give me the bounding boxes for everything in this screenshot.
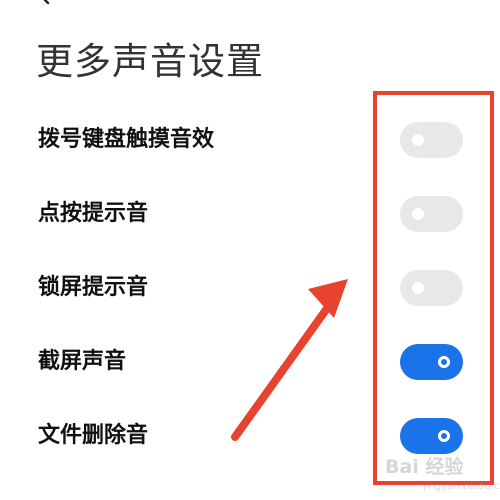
page-title: 更多声音设置 bbox=[36, 40, 264, 83]
back-icon[interactable] bbox=[36, 0, 54, 6]
watermark-url: jingyan.baidu.com bbox=[423, 481, 500, 492]
lock-screen-sound-label: 锁屏提示音 bbox=[38, 275, 149, 300]
dial-pad-touch-sound-toggle[interactable] bbox=[400, 122, 463, 158]
setting-row-lock-screen-sound[interactable]: 锁屏提示音 bbox=[0, 251, 500, 325]
watermark: Bai 经验 jingyan.baidu.com bbox=[385, 455, 500, 495]
setting-row-screenshot-sound[interactable]: 截屏声音 bbox=[0, 325, 500, 399]
watermark-brand: Bai 经验 bbox=[385, 456, 464, 478]
dial-pad-touch-sound-label: 拨号键盘触摸音效 bbox=[38, 127, 215, 152]
toggle-knob bbox=[412, 208, 424, 220]
screenshot-sound-toggle[interactable] bbox=[400, 344, 463, 380]
toggle-knob bbox=[412, 282, 424, 294]
toggle-knob bbox=[438, 356, 450, 368]
toggle-knob bbox=[438, 430, 450, 442]
file-delete-sound-toggle[interactable] bbox=[400, 418, 463, 454]
tap-sound-toggle[interactable] bbox=[400, 196, 463, 232]
setting-row-dial-pad-touch-sound[interactable]: 拨号键盘触摸音效 bbox=[0, 103, 500, 177]
screenshot-sound-label: 截屏声音 bbox=[38, 349, 127, 374]
sound-settings-list: 拨号键盘触摸音效 点按提示音 锁屏提示音 截屏声音 文件删除音 bbox=[0, 103, 500, 473]
lock-screen-sound-toggle[interactable] bbox=[400, 270, 463, 306]
toggle-knob bbox=[412, 134, 424, 146]
setting-row-tap-sound[interactable]: 点按提示音 bbox=[0, 177, 500, 251]
tap-sound-label: 点按提示音 bbox=[38, 201, 149, 226]
file-delete-sound-label: 文件删除音 bbox=[38, 423, 149, 448]
